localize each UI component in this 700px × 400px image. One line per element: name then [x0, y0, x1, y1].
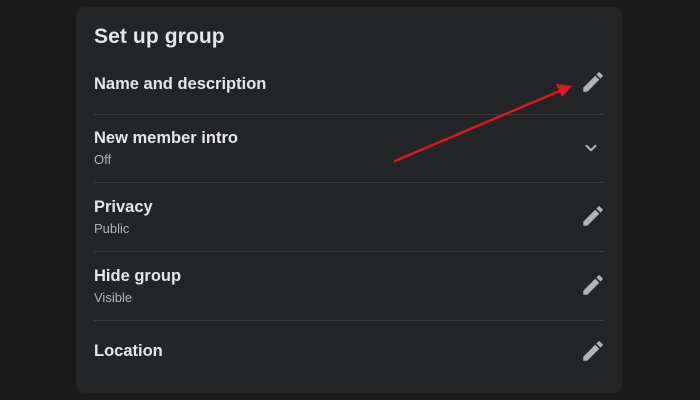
divider: [94, 182, 604, 183]
edit-location-button[interactable]: [578, 336, 608, 366]
expand-new-member-intro-button[interactable]: [576, 133, 606, 163]
row-hide-group[interactable]: Hide group Visible: [94, 265, 604, 313]
panel-title: Set up group: [94, 25, 225, 48]
edit-privacy-button[interactable]: [578, 201, 608, 231]
row-label: Hide group: [94, 267, 182, 285]
row-label: Privacy: [94, 198, 153, 216]
row-label: Location: [94, 342, 163, 360]
pencil-icon: [583, 206, 603, 226]
row-location[interactable]: Location: [94, 340, 604, 380]
row-value: Visible: [94, 290, 133, 305]
divider: [94, 320, 604, 321]
row-label: Name and description: [94, 75, 267, 93]
setup-group-panel: Set up group Name and description New me…: [76, 7, 622, 393]
edit-name-description-button[interactable]: [578, 67, 608, 97]
row-value: Public: [94, 221, 130, 236]
row-name-and-description[interactable]: Name and description: [94, 71, 604, 111]
row-value: Off: [94, 152, 112, 167]
chevron-down-icon: [585, 144, 597, 152]
edit-hide-group-button[interactable]: [578, 270, 608, 300]
pencil-icon: [583, 72, 603, 92]
divider: [94, 114, 604, 115]
row-label: New member intro: [94, 129, 238, 147]
row-privacy[interactable]: Privacy Public: [94, 196, 604, 244]
row-new-member-intro[interactable]: New member intro Off: [94, 127, 604, 175]
pencil-icon: [583, 341, 603, 361]
divider: [94, 251, 604, 252]
pencil-icon: [583, 275, 603, 295]
page: Set up group Name and description New me…: [0, 0, 700, 400]
